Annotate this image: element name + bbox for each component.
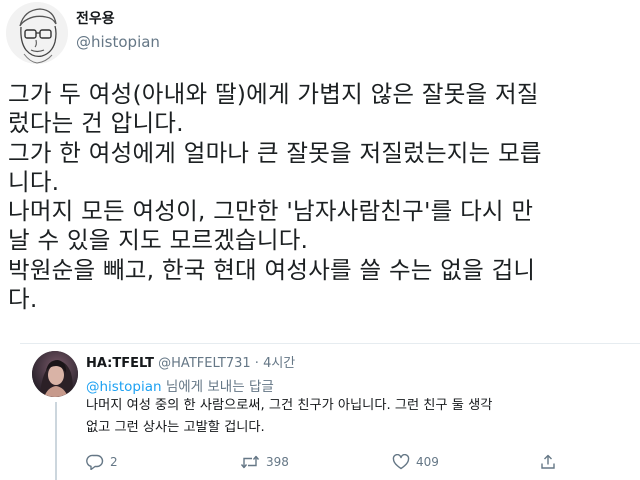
reply-author-name[interactable]: HA:TFELT (86, 356, 154, 371)
author-avatar[interactable] (6, 2, 68, 64)
retweet-icon (240, 455, 260, 469)
tweet-text: 그가 두 여성(아내와 딸)에게 가볍지 않은 잘못을 저질 렀다는 건 압니다… (8, 80, 634, 314)
tweet-text-line: 날 수 있을 지도 모르겠습니다. (8, 226, 309, 255)
tweet-text-line: 그가 한 여성에게 얼마나 큰 잘못을 저질렀는지는 모릅 (8, 138, 542, 167)
reply-text: 나머지 여성 중의 한 사람으로써, 그건 친구가 아닙니다. 그런 친구 둘 … (86, 395, 636, 438)
tweet-thread: 전우용 @histopian 그가 두 여성(아내와 딸)에게 가볍지 않은 잘… (0, 0, 640, 480)
reply-author-handle[interactable]: @HATFELT731 (158, 356, 251, 371)
reply-count: 2 (110, 455, 118, 469)
reply-action[interactable]: 2 (86, 451, 118, 473)
share-icon (541, 454, 555, 469)
reply-action-bar: 2 398 409 (86, 451, 566, 473)
tweet-text-line: 박원순을 빼고, 한국 현대 여성사를 쓸 수는 없을 겁니 (8, 255, 536, 284)
tweet-text-line: 나머지 모든 여성이, 그만한 '남자사람친구'를 다시 만 (8, 197, 534, 226)
tweet-text-line: 다. (8, 285, 38, 314)
reply-text-line: 나머지 여성 중의 한 사람으로써, 그건 친구가 아닙니다. 그런 친구 둘 … (86, 398, 493, 413)
tweet-text-line: 그가 두 여성(아내와 딸)에게 가볍지 않은 잘못을 저질 (8, 80, 539, 108)
like-count: 409 (416, 455, 439, 469)
reply-avatar[interactable] (32, 351, 78, 397)
reply-to-label: 님에게 보내는 답글 (161, 379, 274, 395)
share-action[interactable] (540, 451, 556, 473)
meta-separator: · (250, 356, 264, 371)
like-action[interactable]: 409 (392, 451, 439, 473)
retweet-action[interactable]: 398 (240, 451, 289, 473)
reply-header: HA:TFELT @HATFELT731 · 4시간 (86, 352, 295, 371)
retweet-count: 398 (266, 455, 289, 469)
reply-to-mention-link[interactable]: @histopian (86, 379, 162, 395)
reply-timestamp[interactable]: 4시간 (263, 356, 295, 371)
reply-tweet[interactable]: HA:TFELT @HATFELT731 · 4시간 @histopian 님에… (20, 343, 640, 480)
author-handle[interactable]: @histopian (76, 33, 160, 51)
thread-connector-line (55, 402, 57, 480)
profile-photo-icon (32, 351, 78, 397)
sketch-portrait-icon (6, 2, 68, 64)
tweet-text-line: 니다. (8, 167, 60, 196)
author-name[interactable]: 전우용 (76, 8, 115, 28)
reply-text-line: 없고 그런 상사는 고발할 겁니다. (86, 419, 265, 435)
tweet-text-line: 렀다는 건 압니다. (8, 109, 184, 138)
heart-icon (392, 454, 410, 470)
comment-icon (86, 454, 104, 470)
replying-to: @histopian 님에게 보내는 답글 (86, 375, 274, 395)
